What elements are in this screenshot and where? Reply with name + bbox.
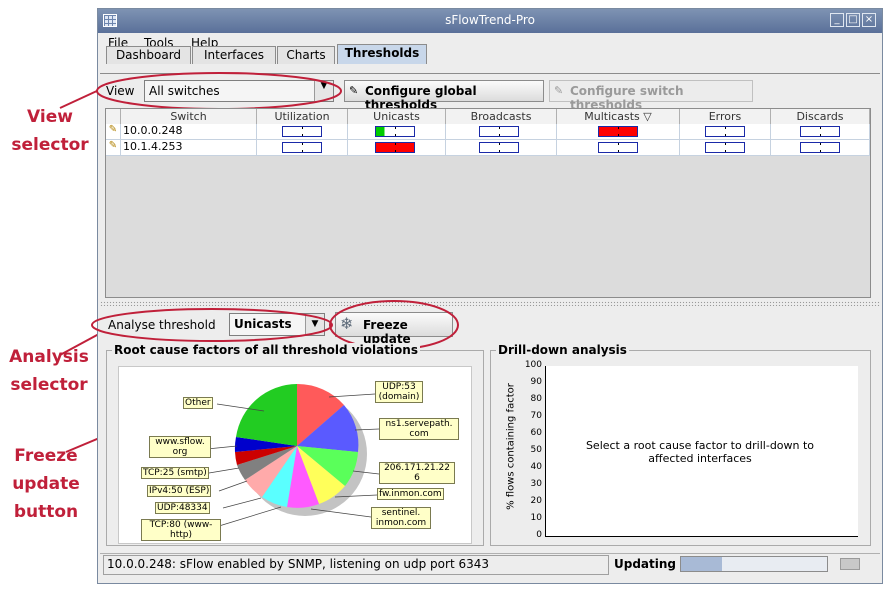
pie-label-www-sflow-org[interactable]: www.sflow. org [149, 436, 211, 458]
title-bar: sFlowTrend-Pro _ □ × [98, 9, 882, 33]
threshold-table: Switch Utilization Unicasts Broadcasts M… [105, 108, 871, 298]
gauge [598, 126, 638, 137]
gauge [598, 142, 638, 153]
configure-global-thresholds-button[interactable]: ✎ Configure global thresholds [344, 80, 544, 112]
tab-interfaces[interactable]: Interfaces [192, 46, 276, 64]
edit-icon[interactable]: ✎ [106, 124, 121, 139]
ytick: 60 [530, 428, 542, 438]
gauge [800, 126, 840, 137]
status-message: 10.0.0.248: sFlow enabled by SNMP, liste… [107, 557, 490, 571]
cell-errors [680, 140, 771, 155]
cell-unicasts [348, 140, 446, 155]
configure-switch-thresholds-button[interactable]: ✎ Configure switch thresholds [549, 80, 753, 112]
ytick: 100 [524, 360, 542, 370]
drilldown-message: Select a root cause factor to drill-down… [585, 439, 815, 465]
pie-label-tcp-80[interactable]: TCP:80 (www- http) [141, 519, 221, 541]
pie-label-udp-53[interactable]: UDP:53 (domain) [375, 381, 423, 403]
pencil-icon: ✎ [349, 84, 359, 97]
update-progress-fill [681, 557, 722, 571]
gauge [800, 142, 840, 153]
cell-broadcasts [446, 140, 557, 155]
tab-charts[interactable]: Charts [277, 46, 335, 64]
window-title: sFlowTrend-Pro [445, 13, 535, 27]
cell-discards [771, 140, 870, 155]
ytick: 10 [530, 513, 542, 523]
gauge [282, 142, 322, 153]
table-row[interactable]: ✎ 10.1.4.253 [106, 140, 870, 156]
col-utilization[interactable]: Utilization [257, 109, 348, 124]
tab-dashboard[interactable]: Dashboard [106, 46, 191, 64]
col-errors[interactable]: Errors [680, 109, 771, 124]
col-edit [106, 109, 121, 124]
cell-broadcasts [446, 124, 557, 139]
ytick: 70 [530, 411, 542, 421]
col-broadcasts[interactable]: Broadcasts [446, 109, 557, 124]
pie-label-ns1-servepath[interactable]: ns1.servepath. com [379, 418, 459, 440]
drilldown-title: Drill-down analysis [496, 343, 629, 357]
ytick: 0 [536, 530, 542, 540]
resize-grip-icon[interactable] [840, 558, 860, 570]
cell-unicasts [348, 124, 446, 139]
row-switch: 10.1.4.253 [121, 140, 257, 155]
pie-label-other[interactable]: Other [183, 397, 213, 409]
cell-utilization [257, 124, 348, 139]
pie-label-sentinel-inmon[interactable]: sentinel. inmon.com [371, 507, 431, 529]
pie-label-206-171-21-226[interactable]: 206.171.21.22 6 [379, 462, 455, 484]
ytick: 50 [530, 445, 542, 455]
cell-utilization [257, 140, 348, 155]
gauge [375, 142, 415, 153]
col-discards[interactable]: Discards [771, 109, 870, 124]
ytick: 80 [530, 394, 542, 404]
gauge [282, 126, 322, 137]
ytick: 90 [530, 377, 542, 387]
tab-thresholds[interactable]: Thresholds [337, 44, 427, 64]
drilldown-yticks: 100 90 80 70 60 50 40 30 20 10 0 [518, 360, 542, 542]
ytick: 20 [530, 496, 542, 506]
maximize-icon[interactable]: □ [846, 13, 860, 27]
col-unicasts[interactable]: Unicasts [348, 109, 446, 124]
pie-label-udp-48334[interactable]: UDP:48334 [155, 502, 210, 514]
close-icon[interactable]: × [862, 13, 876, 27]
view-highlight [96, 72, 342, 110]
row-switch: 10.0.0.248 [121, 124, 257, 139]
minimize-icon[interactable]: _ [830, 13, 844, 27]
drilldown-ylabel: % flows containing factor [505, 383, 517, 510]
gauge [705, 126, 745, 137]
ytick: 30 [530, 479, 542, 489]
pie-label-tcp-25[interactable]: TCP:25 (smtp) [141, 467, 209, 479]
ytick: 40 [530, 462, 542, 472]
cell-discards [771, 124, 870, 139]
update-progress-bar [680, 556, 828, 572]
pencil-icon: ✎ [554, 84, 564, 97]
gauge [479, 126, 519, 137]
pie-label-ipv4-50[interactable]: IPv4:50 (ESP) [147, 485, 212, 497]
col-multicasts[interactable]: Multicasts ▽ [557, 109, 680, 124]
col-switch[interactable]: Switch [121, 109, 257, 124]
gauge [705, 142, 745, 153]
cell-errors [680, 124, 771, 139]
edit-icon[interactable]: ✎ [106, 140, 121, 155]
gauge [479, 142, 519, 153]
pie-label-fw-inmon[interactable]: fw.inmon.com [377, 488, 444, 500]
table-row[interactable]: ✎ 10.0.0.248 [106, 124, 870, 140]
cell-multicasts [557, 124, 680, 139]
pie-chart-area: Other www.sflow. org TCP:25 (smtp) IPv4:… [118, 366, 472, 544]
cell-multicasts [557, 140, 680, 155]
root-cause-title: Root cause factors of all threshold viol… [112, 343, 420, 357]
updating-label: Updating [614, 557, 677, 571]
gauge [375, 126, 415, 137]
